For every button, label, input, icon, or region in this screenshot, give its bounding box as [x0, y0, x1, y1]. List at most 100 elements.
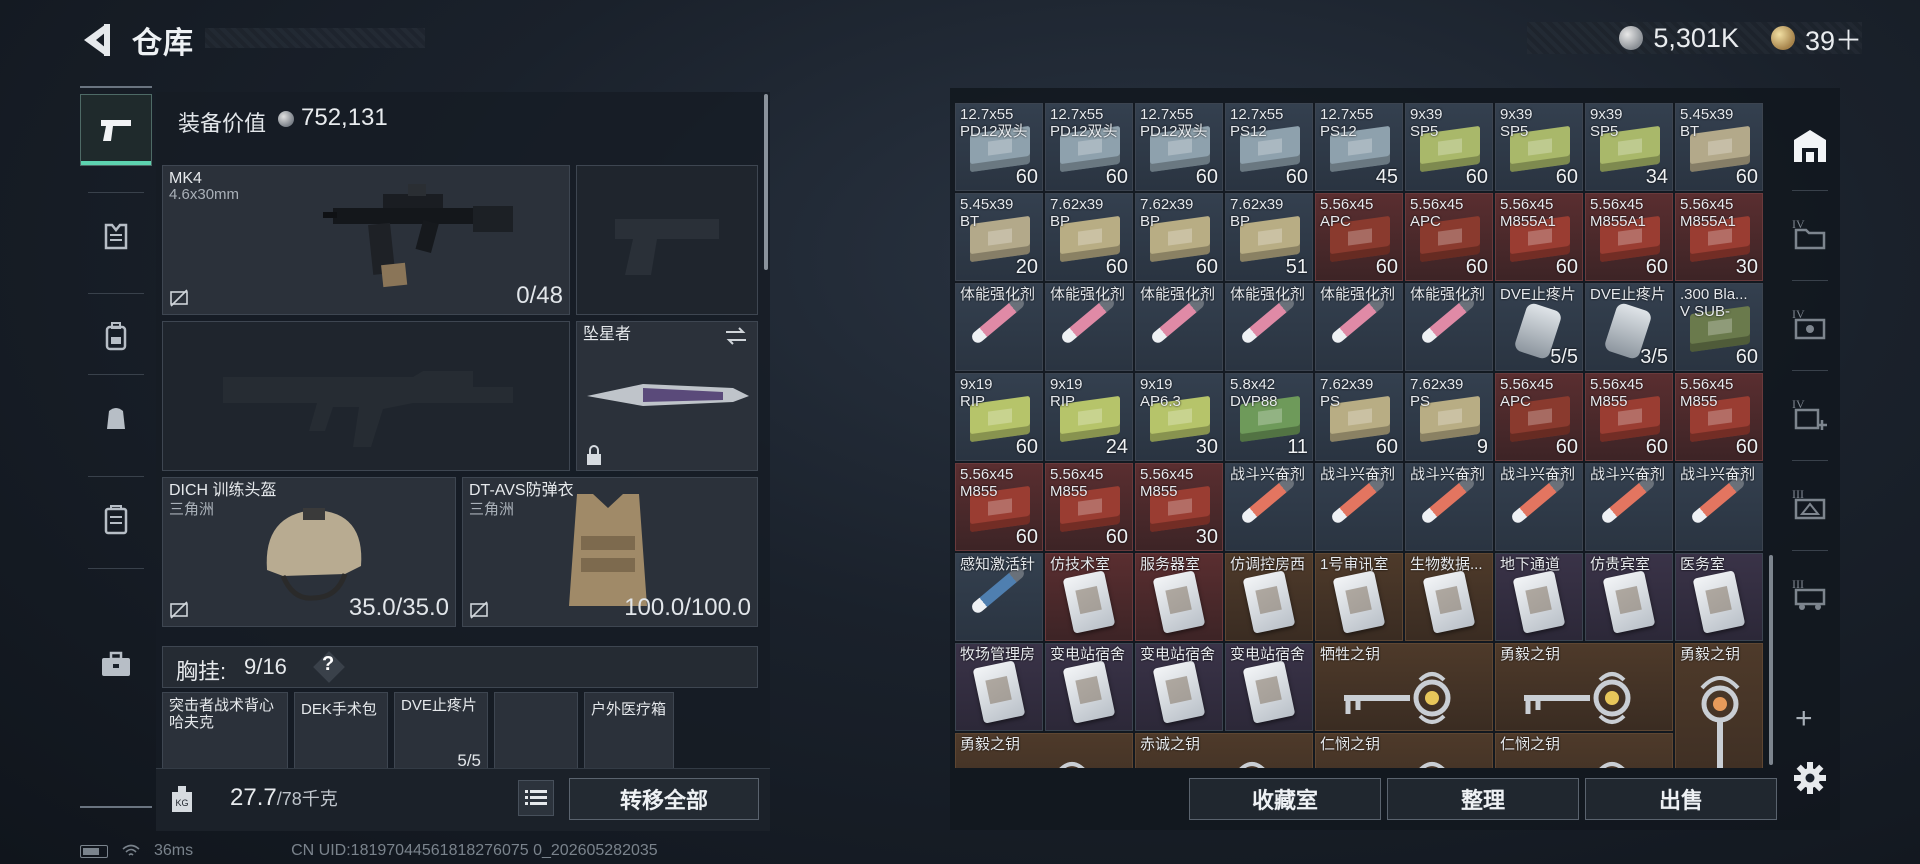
inventory-item[interactable]: 7.62x39 BP 60 [1135, 193, 1223, 281]
inventory-item[interactable]: 5.56x45 M855 30 [1135, 463, 1223, 551]
inventory-item[interactable]: 体能强化剂 [1045, 283, 1133, 371]
inventory-item[interactable]: 体能强化剂 [1225, 283, 1313, 371]
inventory-item[interactable]: 医务室 [1675, 553, 1763, 641]
inventory-item[interactable]: 仁悯之钥 [1495, 733, 1673, 768]
primary-weapon-slot[interactable]: MK4 4.6x30mm 0/48 [162, 165, 570, 315]
inventory-item[interactable]: 生物数据... [1405, 553, 1493, 641]
inventory-item[interactable]: 5.56x45 M855 60 [1045, 463, 1133, 551]
secondary-weapon-slot[interactable] [576, 165, 758, 315]
gold-currency-value[interactable]: 39＋ [1805, 19, 1862, 58]
inventory-item[interactable]: 战斗兴奋剂 [1495, 463, 1583, 551]
inventory-item[interactable]: 5.56x45 M855A1 30 [1675, 193, 1763, 281]
inventory-item[interactable]: 感知激活针 [955, 553, 1043, 641]
inventory-item[interactable]: 5.8x42 DVP88 11 [1225, 373, 1313, 461]
inventory-item[interactable]: 战斗兴奋剂 [1315, 463, 1403, 551]
inventory-item[interactable]: 仿调控房西 [1225, 553, 1313, 641]
helmet-slot[interactable]: DICH 训练头盔 三角洲 35.0/35.0 [162, 477, 456, 627]
equipment-scrollbar[interactable] [764, 94, 768, 270]
inventory-item[interactable]: 12.7x55 PD12双头 60 [955, 103, 1043, 191]
inventory-item[interactable]: 5.56x45 M855A1 60 [1585, 193, 1673, 281]
inventory-scrollbar[interactable] [1769, 555, 1773, 765]
inventory-item[interactable]: 服务器室 [1135, 553, 1223, 641]
armor-slot[interactable]: DT-AVS防弹衣 三角洲 100.0/100.0 [462, 477, 758, 627]
inventory-item[interactable]: 仁悯之钥 [1315, 733, 1493, 768]
sell-button[interactable]: 出售 [1585, 778, 1777, 820]
inventory-item[interactable]: 7.62x39 PS 60 [1315, 373, 1403, 461]
melee-slot[interactable]: 坠星者 [576, 321, 758, 471]
inventory-item[interactable]: 勇毅之钥 [1495, 643, 1673, 731]
rig-item-medkit[interactable]: 户外医疗箱 [584, 692, 674, 772]
rig-item-painkiller[interactable]: DVE止疼片 5/5 [394, 692, 488, 772]
inventory-item[interactable]: 5.45x39 BT 20 [955, 193, 1043, 281]
rig-item-vest[interactable]: 突击者战术背心 哈夫克 [162, 692, 288, 772]
inventory-item[interactable]: 9x39 SP5 60 [1495, 103, 1583, 191]
inventory-item[interactable]: 12.7x55 PS12 60 [1225, 103, 1313, 191]
rig-item-empty[interactable] [494, 692, 578, 772]
list-view-button[interactable] [518, 780, 554, 816]
inventory-item[interactable]: 变电站宿舍 [1225, 643, 1313, 731]
inventory-item[interactable]: 战斗兴奋剂 [1225, 463, 1313, 551]
inventory-item[interactable]: 5.56x45 APC 60 [1315, 193, 1403, 281]
inventory-item[interactable]: 变电站宿舍 [1045, 643, 1133, 731]
inventory-item[interactable]: 5.56x45 M855 60 [1675, 373, 1763, 461]
transfer-all-button[interactable]: 转移全部 [569, 778, 759, 820]
nav-pouch[interactable] [80, 484, 152, 556]
inventory-item[interactable]: 12.7x55 PS12 45 [1315, 103, 1403, 191]
tab-storage-iv-2[interactable]: IV [1782, 288, 1838, 360]
primary-weapon-slot-2[interactable] [162, 321, 570, 471]
inventory-item[interactable]: 仿贵宾室 [1585, 553, 1673, 641]
inventory-item[interactable]: 仿技术室 [1045, 553, 1133, 641]
nav-rig[interactable] [80, 382, 152, 454]
inventory-item[interactable]: 战斗兴奋剂 [1585, 463, 1673, 551]
inventory-item[interactable]: 5.56x45 APC 60 [1405, 193, 1493, 281]
inventory-item[interactable]: 赤诚之钥 [1135, 733, 1313, 768]
inventory-item[interactable]: .300 Bla... V SUB- 60 [1675, 283, 1763, 371]
nav-armor[interactable] [80, 200, 152, 272]
inventory-item[interactable]: 战斗兴奋剂 [1675, 463, 1763, 551]
nav-weapons[interactable] [80, 94, 152, 166]
inventory-item[interactable]: 12.7x55 PD12双头 60 [1135, 103, 1223, 191]
inventory-item[interactable]: 7.62x39 PS 9 [1405, 373, 1493, 461]
inventory-item[interactable]: 5.56x45 M855 60 [1585, 373, 1673, 461]
nav-toolbox[interactable] [80, 628, 152, 700]
collection-room-button[interactable]: 收藏室 [1189, 778, 1381, 820]
inventory-item[interactable]: 体能强化剂 [955, 283, 1043, 371]
inventory-item[interactable]: 5.56x45 M855 60 [955, 463, 1043, 551]
rig-item-surgical-kit[interactable]: DEK手术包 [294, 692, 388, 772]
inventory-item[interactable]: 变电站宿舍 [1135, 643, 1223, 731]
tab-main-storage[interactable] [1782, 110, 1838, 182]
inventory-item[interactable]: 地下通道 [1495, 553, 1583, 641]
inventory-item[interactable]: 9x19 RIP 24 [1045, 373, 1133, 461]
inventory-item[interactable]: 勇毅之钥 [955, 733, 1133, 768]
tab-storage-iv-1[interactable]: IV [1782, 198, 1838, 270]
inventory-item[interactable]: 战斗兴奋剂 [1405, 463, 1493, 551]
inventory-item[interactable]: DVE止疼片 5/5 [1495, 283, 1583, 371]
help-icon[interactable]: ? [322, 653, 334, 676]
inventory-item[interactable]: 1号审讯室 [1315, 553, 1403, 641]
inventory-item[interactable]: 勇毅之钥 [1675, 643, 1763, 768]
back-arrow-icon[interactable] [78, 20, 118, 60]
inventory-item[interactable]: 5.56x45 APC 60 [1495, 373, 1583, 461]
inventory-item[interactable]: 牧场管理房 [955, 643, 1043, 731]
inventory-item[interactable]: 体能强化剂 [1315, 283, 1403, 371]
organize-button[interactable]: 整理 [1387, 778, 1579, 820]
inventory-item[interactable]: 体能强化剂 [1405, 283, 1493, 371]
add-storage-icon[interactable]: + [1795, 702, 1813, 736]
inventory-item[interactable]: 9x19 RIP 60 [955, 373, 1043, 461]
inventory-item[interactable]: DVE止疼片 3/5 [1585, 283, 1673, 371]
nav-backpack[interactable] [80, 301, 152, 373]
gear-icon[interactable] [1792, 760, 1828, 796]
tab-storage-iii-1[interactable]: III [1782, 468, 1838, 540]
swap-icon[interactable] [723, 326, 749, 346]
inventory-item[interactable]: 7.62x39 BP 51 [1225, 193, 1313, 281]
inventory-item[interactable]: 9x19 AP6.3 30 [1135, 373, 1223, 461]
tab-storage-iv-3[interactable]: IV [1782, 378, 1838, 450]
inventory-item[interactable]: 7.62x39 BP 60 [1045, 193, 1133, 281]
inventory-item[interactable]: 9x39 SP5 34 [1585, 103, 1673, 191]
inventory-item[interactable]: 5.56x45 M855A1 60 [1495, 193, 1583, 281]
inventory-item[interactable]: 牺牲之钥 [1315, 643, 1493, 731]
inventory-item[interactable]: 9x39 SP5 60 [1405, 103, 1493, 191]
inventory-item[interactable]: 5.45x39 BT 60 [1675, 103, 1763, 191]
inventory-item[interactable]: 12.7x55 PD12双头 60 [1045, 103, 1133, 191]
inventory-item[interactable]: 体能强化剂 [1135, 283, 1223, 371]
